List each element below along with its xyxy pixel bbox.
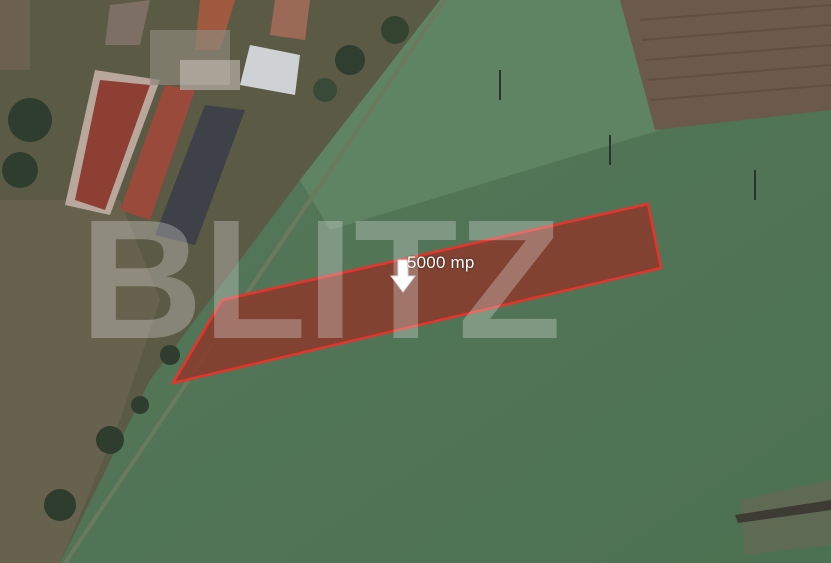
satellite-map[interactable]: BLITZ 5000 mp: [0, 0, 831, 563]
parcel-area-label: 5000 mp: [407, 253, 475, 272]
